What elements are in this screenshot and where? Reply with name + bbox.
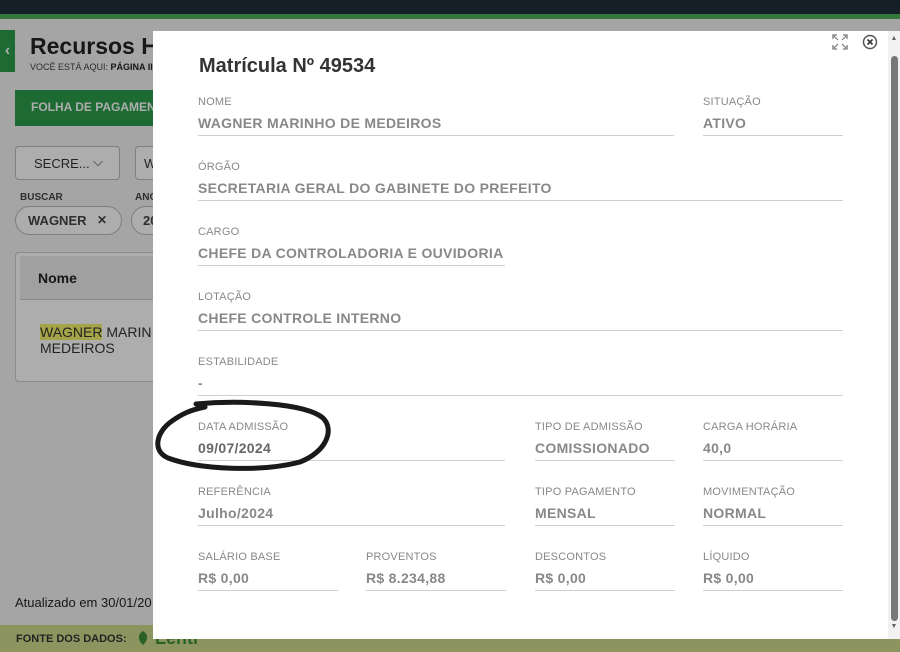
field-label: TIPO DE ADMISSÃO	[535, 421, 643, 433]
field-nome: NOME WAGNER MARINHO DE MEDEIROS	[198, 96, 674, 136]
field-salario-base: SALÁRIO BASE R$ 0,00	[198, 551, 338, 591]
field-value: R$ 0,00	[703, 570, 755, 586]
field-proventos: PROVENTOS R$ 8.234,88	[366, 551, 506, 591]
field-label: TIPO PAGAMENTO	[535, 486, 636, 498]
field-label: CARGA HORÁRIA	[703, 421, 798, 433]
field-situacao: SITUAÇÃO ATIVO	[703, 96, 843, 136]
field-lotacao: LOTAÇÃO CHEFE CONTROLE INTERNO	[198, 291, 843, 331]
expand-icon[interactable]	[832, 34, 848, 50]
field-label: LOTAÇÃO	[198, 291, 252, 303]
field-value: R$ 8.234,88	[366, 570, 446, 586]
field-label: SITUAÇÃO	[703, 96, 761, 108]
field-liquido: LÍQUIDO R$ 0,00	[703, 551, 843, 591]
field-label: LÍQUIDO	[703, 551, 750, 563]
field-label: NOME	[198, 96, 232, 108]
field-orgao: ÓRGÃO SECRETARIA GERAL DO GABINETE DO PR…	[198, 161, 843, 201]
field-estabilidade: ESTABILIDADE -	[198, 356, 843, 396]
scrollbar-thumb[interactable]	[891, 56, 898, 621]
close-icon[interactable]	[862, 34, 878, 50]
field-tipo-pagamento: TIPO PAGAMENTO MENSAL	[535, 486, 675, 526]
field-referencia: REFERÊNCIA Julho/2024	[198, 486, 505, 526]
field-value: MENSAL	[535, 505, 596, 521]
field-descontos: DESCONTOS R$ 0,00	[535, 551, 675, 591]
field-data-admissao: DATA ADMISSÃO 09/07/2024	[198, 421, 505, 461]
scroll-up-icon[interactable]: ▲	[890, 35, 898, 43]
field-label: MOVIMENTAÇÃO	[703, 486, 796, 498]
field-label: SALÁRIO BASE	[198, 551, 281, 563]
field-carga-horaria: CARGA HORÁRIA 40,0	[703, 421, 843, 461]
matricula-modal: ▲ ▼ Matrícula Nº 49534 NOME WAGNER MARIN…	[153, 31, 900, 639]
field-value: CHEFE DA CONTROLADORIA E OUVIDORIA	[198, 245, 504, 261]
field-value: 40,0	[703, 440, 732, 456]
field-label: DATA ADMISSÃO	[198, 421, 289, 433]
field-value: ATIVO	[703, 115, 747, 131]
field-value: 09/07/2024	[198, 440, 272, 456]
field-movimentacao: MOVIMENTAÇÃO NORMAL	[703, 486, 843, 526]
field-value: COMISSIONADO	[535, 440, 650, 456]
field-label: ESTABILIDADE	[198, 356, 279, 368]
field-value: R$ 0,00	[535, 570, 587, 586]
field-label: DESCONTOS	[535, 551, 607, 563]
field-label: PROVENTOS	[366, 551, 437, 563]
field-tipo-admissao: TIPO DE ADMISSÃO COMISSIONADO	[535, 421, 675, 461]
field-value: CHEFE CONTROLE INTERNO	[198, 310, 402, 326]
scroll-down-icon[interactable]: ▼	[890, 623, 898, 631]
field-value: Julho/2024	[198, 505, 274, 521]
field-label: CARGO	[198, 226, 240, 238]
field-value: SECRETARIA GERAL DO GABINETE DO PREFEITO	[198, 180, 552, 196]
field-value: R$ 0,00	[198, 570, 250, 586]
field-value: -	[198, 375, 203, 391]
field-label: ÓRGÃO	[198, 161, 240, 173]
modal-title: Matrícula Nº 49534	[199, 55, 376, 77]
field-value: NORMAL	[703, 505, 767, 521]
field-cargo: CARGO CHEFE DA CONTROLADORIA E OUVIDORIA	[198, 226, 505, 266]
field-label: REFERÊNCIA	[198, 486, 271, 498]
field-value: WAGNER MARINHO DE MEDEIROS	[198, 115, 442, 131]
